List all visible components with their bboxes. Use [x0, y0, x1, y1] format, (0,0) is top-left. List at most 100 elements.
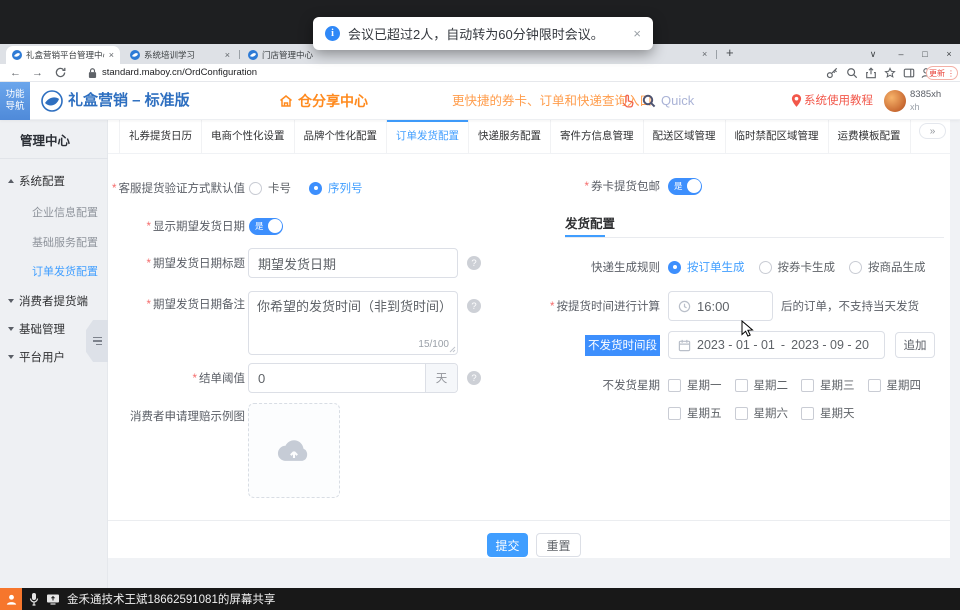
- main-area: 管理中心 系统配置 企业信息配置 基础服务配置 订单发货配置 消费者提货端 基础…: [0, 120, 960, 588]
- show-date-toggle[interactable]: 是: [249, 218, 283, 235]
- help-icon[interactable]: ?: [467, 299, 481, 313]
- checkbox-label[interactable]: 星期一: [687, 377, 722, 393]
- tab-brand-custom[interactable]: 品牌个性化配置: [295, 120, 388, 153]
- checkbox-label[interactable]: 星期二: [754, 377, 789, 393]
- sidebar-item-basic-service[interactable]: 基础服务配置: [32, 236, 98, 250]
- password-key-icon[interactable]: [826, 67, 838, 79]
- submit-button[interactable]: 提交: [487, 533, 528, 557]
- tab-freight-template[interactable]: 运费模板配置: [829, 120, 911, 153]
- nav-label-line1: 功能: [5, 89, 24, 101]
- expected-date-title-input[interactable]: 期望发货日期: [248, 248, 458, 278]
- date-start-value[interactable]: 2023 - 01 - 01: [691, 338, 781, 352]
- share-icon[interactable]: [865, 67, 877, 79]
- free-shipping-toggle[interactable]: 是: [668, 178, 702, 195]
- checkbox-label[interactable]: 星期三: [820, 377, 855, 393]
- chrome-update-button[interactable]: 更新 ⋮: [926, 66, 958, 80]
- sidebar-item-order-delivery[interactable]: 订单发货配置: [32, 265, 98, 279]
- forward-button[interactable]: →: [32, 66, 43, 80]
- resize-handle-icon[interactable]: [449, 346, 456, 353]
- refresh-button[interactable]: [55, 67, 66, 78]
- radio-by-coupon[interactable]: [759, 261, 772, 274]
- tab-temp-forbidden-region[interactable]: 临时禁配区域管理: [726, 120, 829, 153]
- checkbox-label[interactable]: 星期天: [820, 405, 855, 421]
- sidebar-item-enterprise-info[interactable]: 企业信息配置: [32, 206, 98, 220]
- checkbox-sunday[interactable]: [801, 407, 814, 420]
- row-verify-method: *客服提货验证方式默认值 卡号 序列号: [108, 173, 528, 203]
- browser-tab-training[interactable]: 系统培训学习 ×: [124, 46, 236, 64]
- screen-share-icon[interactable]: [46, 593, 60, 605]
- sidebar-group-basic-mgmt[interactable]: 基础管理: [8, 322, 65, 336]
- side-panel-icon[interactable]: [903, 67, 915, 79]
- microphone-icon[interactable]: [29, 592, 39, 606]
- reset-button[interactable]: 重置: [536, 533, 581, 557]
- window-close-button[interactable]: ×: [938, 44, 960, 64]
- user-avatar[interactable]: [884, 90, 906, 112]
- function-nav-button[interactable]: 功能 导航: [0, 82, 30, 120]
- notification-close-icon[interactable]: ×: [633, 26, 641, 41]
- required-mark: *: [147, 221, 151, 233]
- warehouse-share-link[interactable]: 仓分享中心: [278, 82, 368, 120]
- checkbox-thursday[interactable]: [868, 379, 881, 392]
- checkbox-wednesday[interactable]: [801, 379, 814, 392]
- claim-example-label: 消费者申请理赔示例图: [108, 408, 245, 424]
- window-maximize-button[interactable]: □: [914, 44, 936, 64]
- back-button[interactable]: ←: [10, 66, 21, 80]
- tab-title: 门店管理中心: [262, 49, 326, 61]
- expected-date-remark-textarea[interactable]: 你希望的发货时间（非到货时间） 15/100: [248, 291, 458, 355]
- time-value: 16:00: [697, 299, 730, 314]
- checkbox-saturday[interactable]: [735, 407, 748, 420]
- append-button[interactable]: 追加: [895, 332, 935, 358]
- browser-tab-gift-admin[interactable]: 礼盒营销平台管理中心 ×: [6, 46, 120, 64]
- sidebar-group-consumer[interactable]: 消费者提货端: [8, 294, 88, 308]
- search-icon[interactable]: [642, 94, 656, 108]
- tab-sender-info[interactable]: 寄件方信息管理: [551, 120, 644, 153]
- pickup-time-input[interactable]: 16:00: [668, 291, 773, 321]
- tab-delivery-region[interactable]: 配送区域管理: [644, 120, 726, 153]
- tab-order-delivery-config[interactable]: 订单发货配置: [387, 120, 469, 153]
- date-range-input[interactable]: 2023 - 01 - 01 - 2023 - 09 - 20: [668, 331, 885, 359]
- radio-label[interactable]: 按订单生成: [687, 259, 745, 275]
- tab-coupon-calendar[interactable]: 礼券提货日历: [119, 120, 202, 153]
- radio-by-order[interactable]: [668, 261, 681, 274]
- tab-close-icon[interactable]: ×: [702, 49, 707, 59]
- no-ship-period-label-highlighted: 不发货时间段: [585, 335, 660, 356]
- sidebar-group-system-config[interactable]: 系统配置: [8, 174, 65, 188]
- checkbox-label[interactable]: 星期五: [687, 405, 722, 421]
- new-tab-button[interactable]: +: [726, 45, 734, 60]
- bookmark-star-icon[interactable]: [884, 67, 896, 79]
- help-icon[interactable]: ?: [467, 371, 481, 385]
- radio-card-number[interactable]: [249, 182, 262, 195]
- zoom-icon[interactable]: [846, 67, 858, 79]
- radio-label[interactable]: 序列号: [328, 180, 363, 196]
- url-text[interactable]: standard.maboy.cn/OrdConfiguration: [102, 64, 257, 82]
- radio-serial-number[interactable]: [309, 182, 322, 195]
- radio-by-product[interactable]: [849, 261, 862, 274]
- checkbox-monday[interactable]: [668, 379, 681, 392]
- required-mark: *: [585, 181, 589, 193]
- date-end-value[interactable]: 2023 - 09 - 20: [785, 338, 875, 352]
- window-minimize-button[interactable]: –: [890, 44, 912, 64]
- window-menu-button[interactable]: ∨: [862, 44, 884, 64]
- checkbox-label[interactable]: 星期四: [887, 377, 922, 393]
- sidebar-group-platform-user[interactable]: 平台用户: [8, 350, 65, 364]
- clock-icon: [678, 300, 691, 313]
- tab-close-icon[interactable]: ×: [225, 50, 230, 60]
- tabs-overflow-button[interactable]: »: [919, 123, 946, 139]
- radio-label[interactable]: 按商品生成: [868, 259, 926, 275]
- tab-close-icon[interactable]: ×: [109, 50, 114, 60]
- tab-ecommerce-custom[interactable]: 电商个性化设置: [202, 120, 295, 153]
- tab-express-service[interactable]: 快递服务配置: [469, 120, 551, 153]
- tutorial-link[interactable]: 系统使用教程: [804, 82, 873, 120]
- radio-label[interactable]: 卡号: [268, 180, 291, 196]
- lock-icon: [88, 67, 97, 79]
- checkbox-label[interactable]: 星期六: [754, 405, 789, 421]
- section-title-delivery-config: 发货配置: [565, 213, 615, 232]
- radio-label[interactable]: 按券卡生成: [778, 259, 836, 275]
- claim-example-upload[interactable]: [248, 403, 340, 498]
- checkbox-tuesday[interactable]: [735, 379, 748, 392]
- checkbox-friday[interactable]: [668, 407, 681, 420]
- settle-threshold-input[interactable]: 0 天: [248, 363, 458, 393]
- sidebar-collapse-handle[interactable]: [86, 320, 108, 362]
- help-icon[interactable]: ?: [467, 256, 481, 270]
- quick-search-label[interactable]: Quick: [661, 82, 694, 120]
